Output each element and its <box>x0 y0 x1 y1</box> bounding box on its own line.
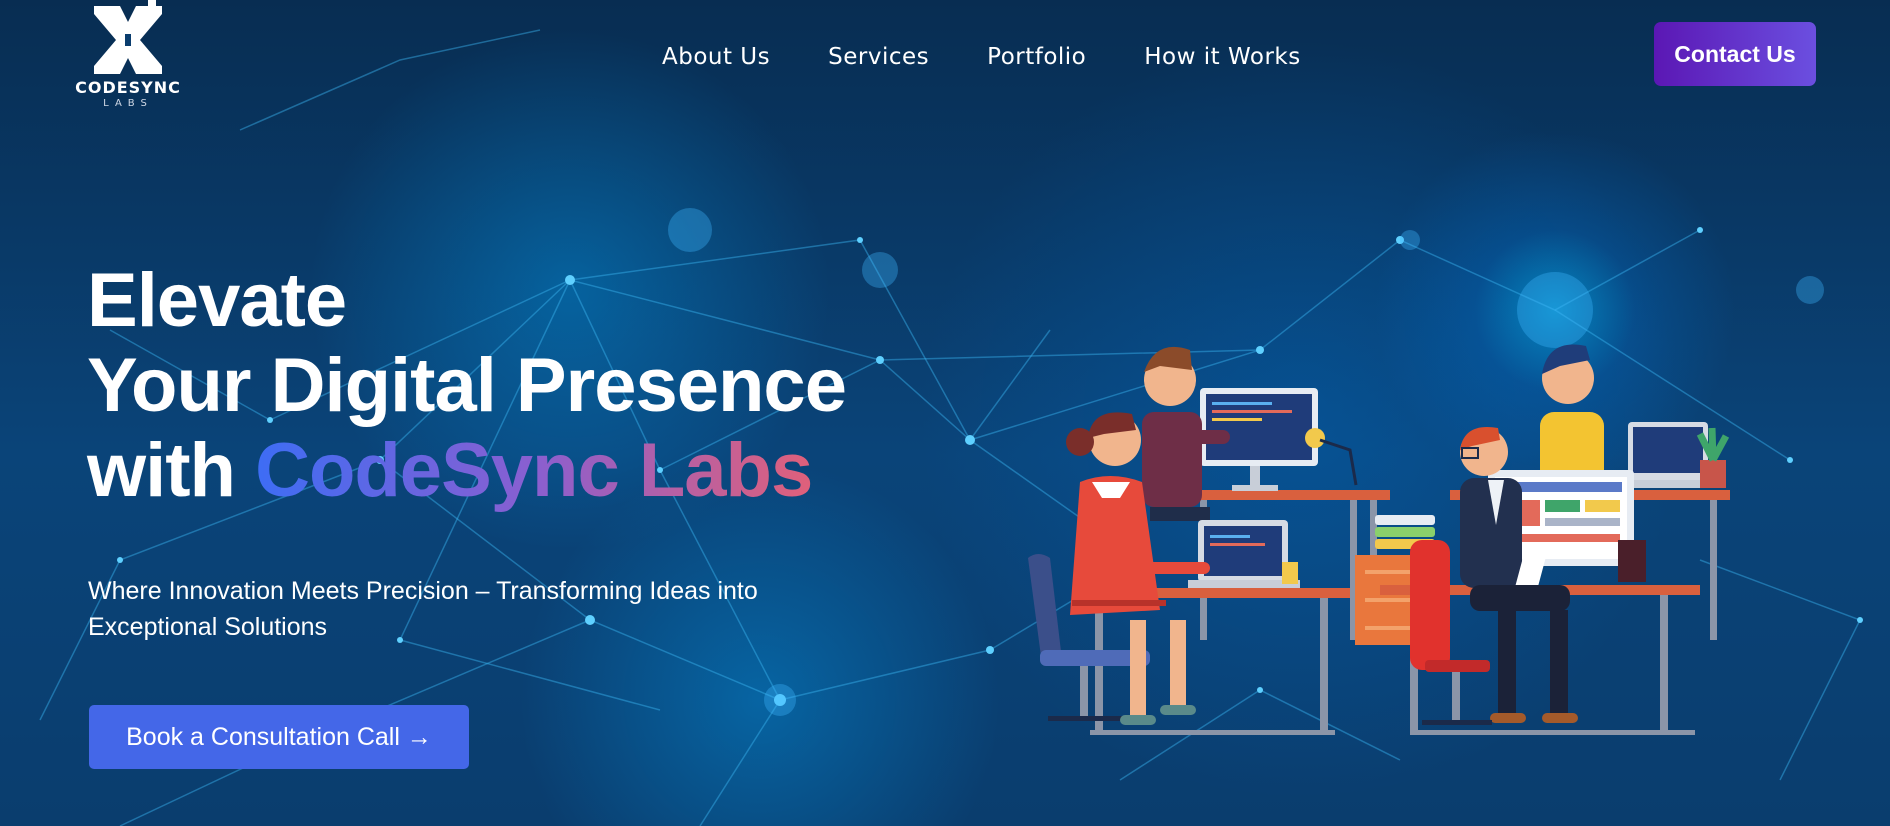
book-consultation-label: Book a Consultation Call <box>126 722 400 751</box>
hero-title-line2: Your Digital Presence <box>87 343 847 428</box>
hero-title-line1: Elevate <box>87 258 347 343</box>
nav-portfolio[interactable]: Portfolio <box>987 44 1086 70</box>
arrow-right-icon: → <box>406 722 432 751</box>
nav-about-us[interactable]: About Us <box>662 44 770 70</box>
main-nav: About Us Services Portfolio How it Works <box>662 44 1301 70</box>
logo-subtitle: LABS <box>103 98 153 109</box>
developers-illustration <box>1028 344 1730 735</box>
hero-title: Elevate Your Digital Presence with CodeS… <box>87 258 847 513</box>
nav-services[interactable]: Services <box>828 44 929 70</box>
contact-us-button[interactable]: Contact Us <box>1654 22 1816 86</box>
hero-title-brand-highlight: CodeSync Labs <box>255 428 813 513</box>
hero-title-line3-prefix: with <box>87 428 256 513</box>
hero-subtitle: Where Innovation Meets Precision – Trans… <box>88 577 758 641</box>
logo-name: CODESYNC <box>75 78 181 97</box>
book-consultation-button[interactable]: Book a Consultation Call → <box>89 705 469 769</box>
codesync-logo-icon <box>94 0 162 74</box>
nav-how-it-works[interactable]: How it Works <box>1144 44 1300 70</box>
codesync-logo[interactable]: CODESYNC LABS <box>72 0 184 118</box>
